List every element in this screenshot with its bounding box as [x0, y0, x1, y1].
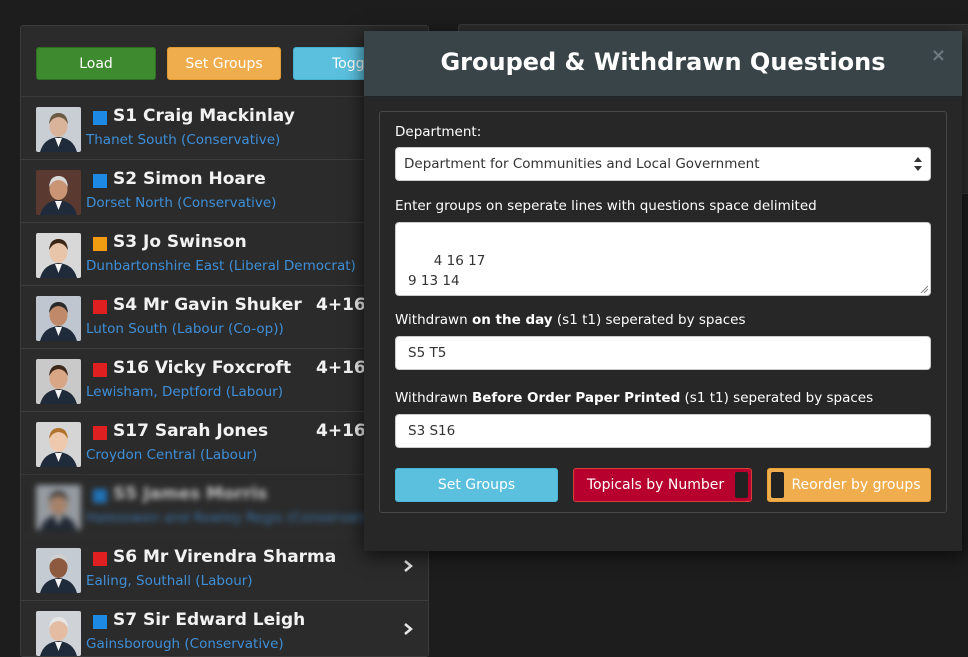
member-name: S3 Jo Swinson: [113, 232, 247, 252]
modal-header: Grouped & Withdrawn Questions ×: [364, 31, 962, 97]
avatar: [36, 170, 81, 215]
member-name: S16 Vicky Foxcroft: [113, 358, 292, 378]
avatar: [36, 611, 81, 656]
party-color-square: [93, 363, 107, 377]
withdrawn-before-label-post: (s1 t1) seperated by spaces: [680, 390, 874, 406]
toggle-switch-handle[interactable]: [735, 472, 748, 498]
load-button[interactable]: Load: [36, 47, 156, 80]
avatar: [36, 359, 81, 404]
member-constituency: Luton South (Labour (Co-op)): [86, 321, 284, 337]
member-constituency: Dorset North (Conservative): [86, 195, 277, 211]
party-color-square: [93, 615, 107, 629]
member-name: S2 Simon Hoare: [113, 169, 266, 189]
withdrawn-day-label-post: (s1 t1) seperated by spaces: [552, 312, 746, 328]
groups-label: Enter groups on seperate lines with ques…: [395, 198, 817, 214]
withdrawn-before-label: Withdrawn Before Order Paper Printed (s1…: [395, 390, 873, 406]
avatar: [36, 233, 81, 278]
department-select-value: Department for Communities and Local Gov…: [404, 156, 760, 172]
member-constituency: Ealing, Southall (Labour): [86, 573, 253, 589]
withdrawn-before-label-bold: Before Order Paper Printed: [471, 390, 681, 406]
member-constituency: Halesowen and Rowley Regis (Conservative…: [86, 510, 387, 526]
party-color-square: [93, 111, 107, 125]
set-groups-toolbar-button[interactable]: Set Groups: [167, 47, 281, 80]
withdrawn-before-input[interactable]: S3 S16: [395, 414, 931, 448]
withdrawn-day-label-pre: Withdrawn: [395, 312, 472, 328]
modal-form: Department: Department for Communities a…: [379, 111, 947, 513]
chevron-right-icon[interactable]: [401, 621, 415, 637]
topicals-by-number-toggle[interactable]: Topicals by Number: [573, 468, 752, 502]
select-arrows-icon: [914, 157, 922, 171]
avatar: [36, 296, 81, 341]
member-constituency: Thanet South (Conservative): [86, 132, 281, 148]
department-label: Department:: [395, 124, 482, 140]
topicals-by-number-label: Topicals by Number: [586, 477, 725, 493]
member-name: S5 James Morris: [113, 484, 268, 504]
member-name: S17 Sarah Jones: [113, 421, 269, 441]
avatar: [36, 548, 81, 593]
groups-textarea[interactable]: 4 16 17 9 13 14: [395, 222, 931, 296]
member-constituency: Gainsborough (Conservative): [86, 636, 284, 652]
party-color-square: [93, 426, 107, 440]
set-groups-button[interactable]: Set Groups: [395, 468, 558, 502]
reorder-by-groups-toggle[interactable]: Reorder by groups: [767, 468, 931, 502]
department-select[interactable]: Department for Communities and Local Gov…: [395, 147, 931, 181]
withdrawn-day-label-bold: on the day: [471, 312, 553, 328]
party-color-square: [93, 489, 107, 503]
avatar: [36, 107, 81, 152]
member-name: S7 Sir Edward Leigh: [113, 610, 306, 630]
close-icon[interactable]: ×: [931, 45, 946, 66]
party-color-square: [93, 552, 107, 566]
party-color-square: [93, 174, 107, 188]
groups-textarea-value: 4 16 17 9 13 14: [408, 253, 486, 289]
member-name: S1 Craig Mackinlay: [113, 106, 295, 126]
member-name: S4 Mr Gavin Shuker: [113, 295, 302, 315]
reorder-by-groups-label: Reorder by groups: [791, 477, 921, 493]
member-name: S6 Mr Virendra Sharma: [113, 547, 337, 567]
toggle-switch-handle[interactable]: [771, 472, 784, 498]
member-constituency: Lewisham, Deptford (Labour): [86, 384, 283, 400]
party-color-square: [93, 300, 107, 314]
grouped-withdrawn-modal: Grouped & Withdrawn Questions × Departme…: [364, 31, 962, 551]
member-row[interactable]: S7 Sir Edward Leigh Gainsborough (Conserv…: [21, 601, 428, 656]
chevron-right-icon[interactable]: [401, 558, 415, 574]
avatar: [36, 485, 81, 530]
modal-title: Grouped & Withdrawn Questions: [440, 48, 886, 76]
resize-handle-icon[interactable]: [920, 285, 928, 293]
withdrawn-day-label: Withdrawn on the day (s1 t1) seperated b…: [395, 312, 746, 328]
party-color-square: [93, 237, 107, 251]
avatar: [36, 422, 81, 467]
withdrawn-day-input[interactable]: S5 T5: [395, 336, 931, 370]
member-constituency: Dunbartonshire East (Liberal Democrat): [86, 258, 356, 274]
member-constituency: Croydon Central (Labour): [86, 447, 258, 463]
withdrawn-before-label-pre: Withdrawn: [395, 390, 472, 406]
